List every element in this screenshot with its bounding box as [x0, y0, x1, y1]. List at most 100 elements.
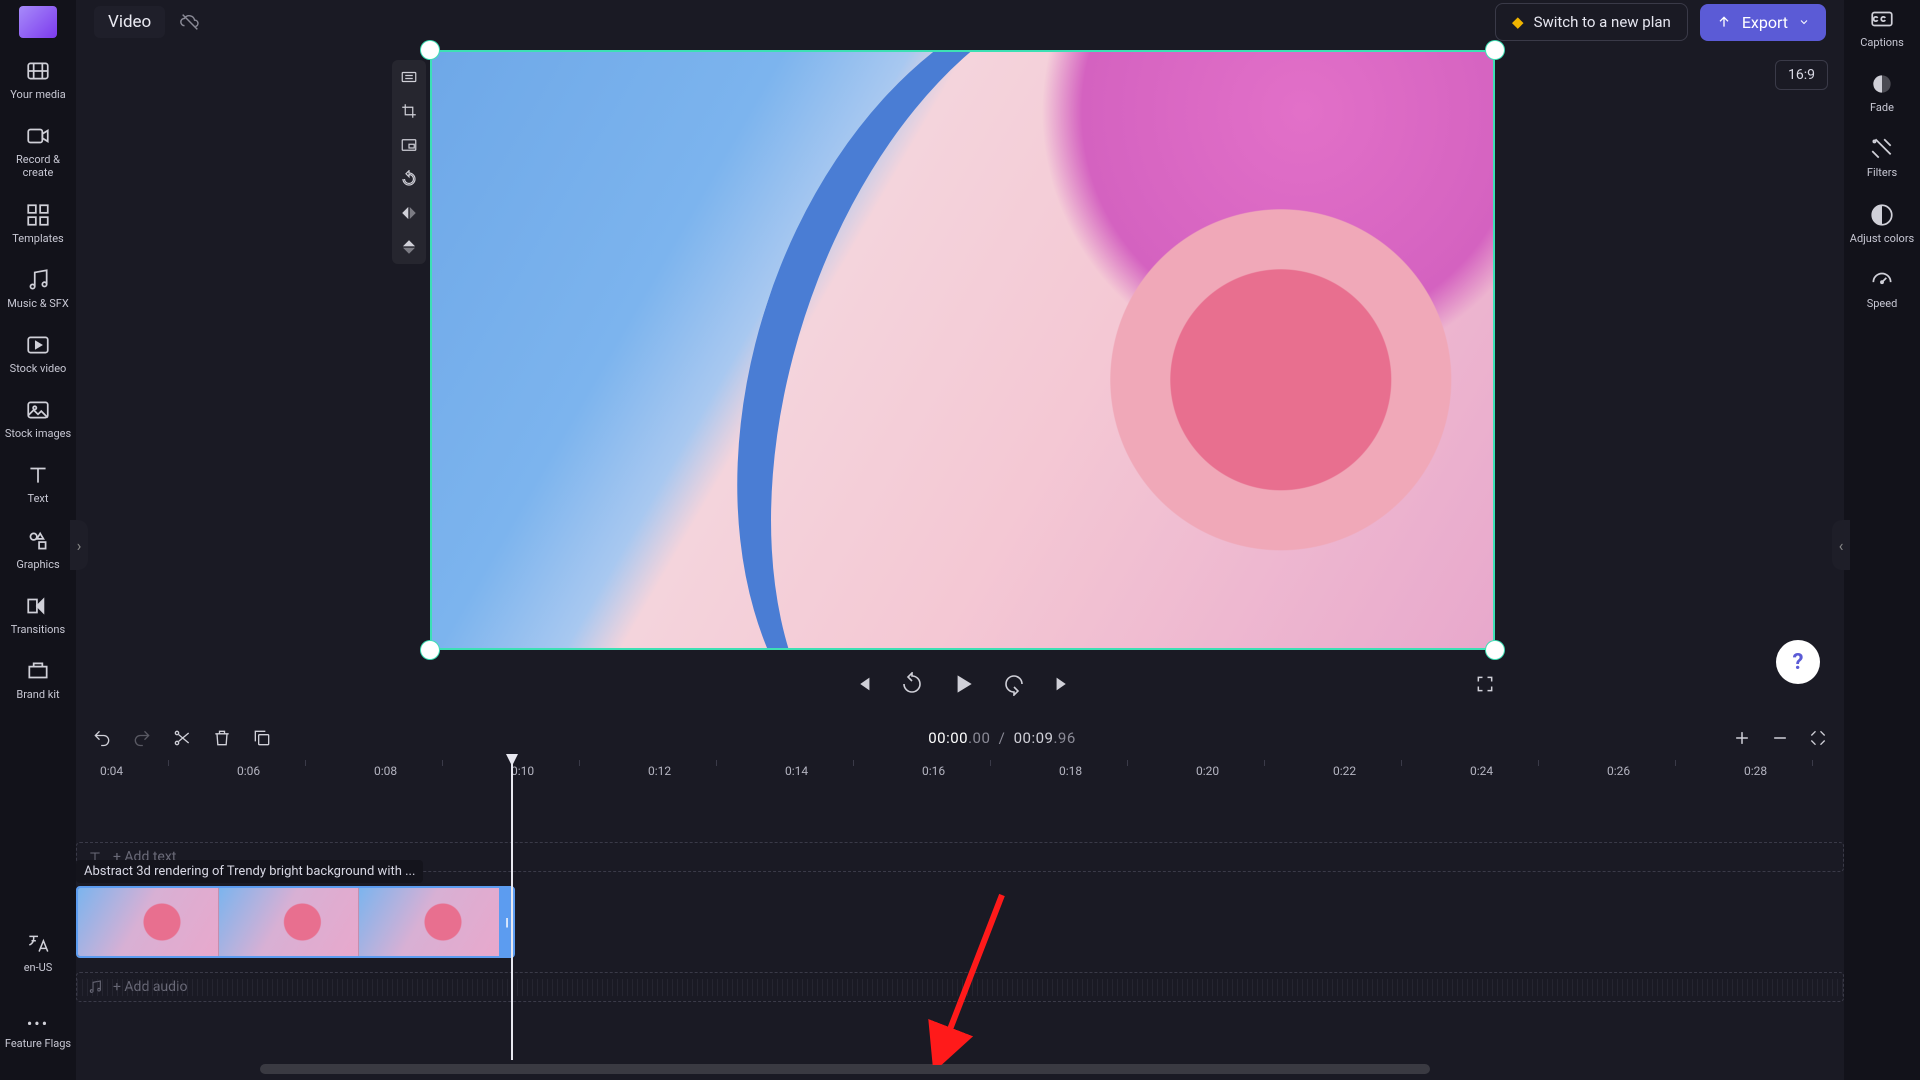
cloud-off-icon[interactable]: [179, 11, 201, 33]
pip-tool[interactable]: [398, 134, 420, 156]
fade-icon: [1869, 71, 1895, 97]
ruler-tick: 0:12: [648, 764, 671, 778]
redo-button[interactable]: [132, 728, 152, 748]
sidebar-item-captions[interactable]: Captions: [1860, 6, 1904, 49]
aspect-ratio-chip[interactable]: 16:9: [1775, 60, 1828, 90]
delete-button[interactable]: [212, 728, 232, 748]
adjust-icon: [1869, 202, 1895, 228]
sidebar-item-label: Captions: [1860, 36, 1904, 49]
brand-logo[interactable]: [19, 6, 57, 38]
playhead[interactable]: [511, 760, 513, 1060]
resize-handle-tl[interactable]: [421, 41, 439, 59]
more-menu[interactable]: ••• Feature Flags: [5, 1014, 71, 1050]
ruler-tick: 0:24: [1470, 764, 1493, 778]
ruler-tick: 0:22: [1333, 764, 1356, 778]
export-button[interactable]: Export: [1700, 4, 1826, 41]
duration-time: 00:09: [1014, 729, 1054, 747]
sidebar-item-stock-images[interactable]: Stock images: [5, 397, 71, 440]
flip-v-tool[interactable]: [398, 236, 420, 258]
right-sidebar: Captions Fade Filters Adjust colors Spee…: [1844, 0, 1920, 1080]
media-icon: [25, 58, 51, 84]
plan-button-label: Switch to a new plan: [1534, 13, 1671, 31]
speed-icon: [1869, 267, 1895, 293]
timeline-header: 00:00.00 / 00:09.96: [76, 718, 1844, 758]
canvas-content[interactable]: [430, 50, 1495, 650]
sidebar-item-label: Record & create: [0, 153, 76, 179]
undo-button[interactable]: [92, 728, 112, 748]
sidebar-item-record-create[interactable]: Record & create: [0, 123, 76, 179]
locale-switch[interactable]: en-US: [24, 931, 53, 974]
resize-handle-bl[interactable]: [421, 641, 439, 659]
switch-plan-button[interactable]: ◆ Switch to a new plan: [1495, 3, 1688, 41]
locale-icon: [25, 931, 51, 957]
video-clip[interactable]: ||: [76, 886, 515, 958]
sidebar-item-brand-kit[interactable]: Brand kit: [16, 658, 59, 701]
locale-label: en-US: [24, 961, 53, 974]
music-icon: [25, 267, 51, 293]
crop-tool[interactable]: [398, 100, 420, 122]
sidebar-item-label: Templates: [12, 232, 63, 245]
sidebar-item-adjust-colors[interactable]: Adjust colors: [1850, 202, 1914, 245]
project-title[interactable]: Video: [94, 6, 165, 38]
resize-handle-tr[interactable]: [1486, 41, 1504, 59]
timeline-ruler[interactable]: 0:040:060:080:100:120:140:160:180:200:22…: [76, 760, 1844, 786]
ruler-tick: 0:18: [1059, 764, 1082, 778]
ruler-tick: 0:08: [374, 764, 397, 778]
audio-waveform-placeholder: [77, 987, 1843, 988]
skip-end-button[interactable]: [1052, 673, 1074, 695]
rotate-tool[interactable]: [398, 168, 420, 190]
sidebar-item-fade[interactable]: Fade: [1869, 71, 1895, 114]
canvas-preview[interactable]: [430, 50, 1495, 650]
ruler-tick: 0:20: [1196, 764, 1219, 778]
video-icon: [25, 332, 51, 358]
video-track: Abstract 3d rendering of Trendy bright b…: [76, 860, 1844, 960]
record-icon: [25, 123, 51, 149]
skip-start-button[interactable]: [852, 673, 874, 695]
clip-title: Abstract 3d rendering of Trendy bright b…: [76, 860, 423, 883]
rewind-button[interactable]: [900, 672, 924, 696]
feature-flags-label: Feature Flags: [5, 1037, 71, 1050]
sidebar-item-graphics[interactable]: Graphics: [16, 528, 59, 571]
collapse-right-panel[interactable]: ‹: [1832, 520, 1850, 570]
sidebar-item-label: Your media: [10, 88, 65, 101]
sidebar-item-filters[interactable]: Filters: [1867, 136, 1897, 179]
expand-left-panel[interactable]: ›: [70, 520, 88, 570]
sidebar-item-transitions[interactable]: Transitions: [11, 593, 65, 636]
play-button[interactable]: [950, 671, 976, 697]
help-button[interactable]: ?: [1776, 640, 1820, 684]
clip-thumb: [218, 888, 359, 956]
duplicate-button[interactable]: [252, 728, 272, 748]
current-time: 00:00: [928, 729, 968, 747]
ruler-tick: 0:14: [785, 764, 808, 778]
playback-controls: [430, 664, 1495, 704]
sidebar-item-label: Music & SFX: [7, 297, 69, 310]
sidebar-item-your-media[interactable]: Your media: [10, 58, 65, 101]
sidebar-item-music-sfx[interactable]: Music & SFX: [7, 267, 69, 310]
image-icon: [25, 397, 51, 423]
upload-icon: [1716, 14, 1732, 30]
sidebar-item-speed[interactable]: Speed: [1867, 267, 1898, 310]
zoom-fit-button[interactable]: [1808, 728, 1828, 748]
ruler-tick: 0:26: [1607, 764, 1630, 778]
sidebar-item-stock-video[interactable]: Stock video: [10, 332, 67, 375]
chevron-down-icon: [1798, 16, 1810, 28]
sidebar-item-label: Filters: [1867, 166, 1897, 179]
zoom-in-button[interactable]: [1732, 728, 1752, 748]
flip-h-tool[interactable]: [398, 202, 420, 224]
export-button-label: Export: [1742, 13, 1788, 32]
canvas-tool-strip: [392, 60, 426, 264]
sidebar-item-label: Stock images: [5, 427, 71, 440]
timeline-scrollbar[interactable]: [260, 1064, 1430, 1074]
sidebar-item-templates[interactable]: Templates: [12, 202, 63, 245]
add-audio-track[interactable]: + Add audio: [76, 972, 1844, 1002]
fullscreen-button[interactable]: [1475, 674, 1495, 694]
zoom-out-button[interactable]: [1770, 728, 1790, 748]
filters-icon: [1869, 136, 1895, 162]
clip-thumb: [358, 888, 499, 956]
resize-handle-br[interactable]: [1486, 641, 1504, 659]
sidebar-item-text[interactable]: Text: [25, 462, 51, 505]
fit-tool[interactable]: [398, 66, 420, 88]
ruler-tick: 0:28: [1744, 764, 1767, 778]
forward-button[interactable]: [1002, 672, 1026, 696]
split-button[interactable]: [172, 728, 192, 748]
